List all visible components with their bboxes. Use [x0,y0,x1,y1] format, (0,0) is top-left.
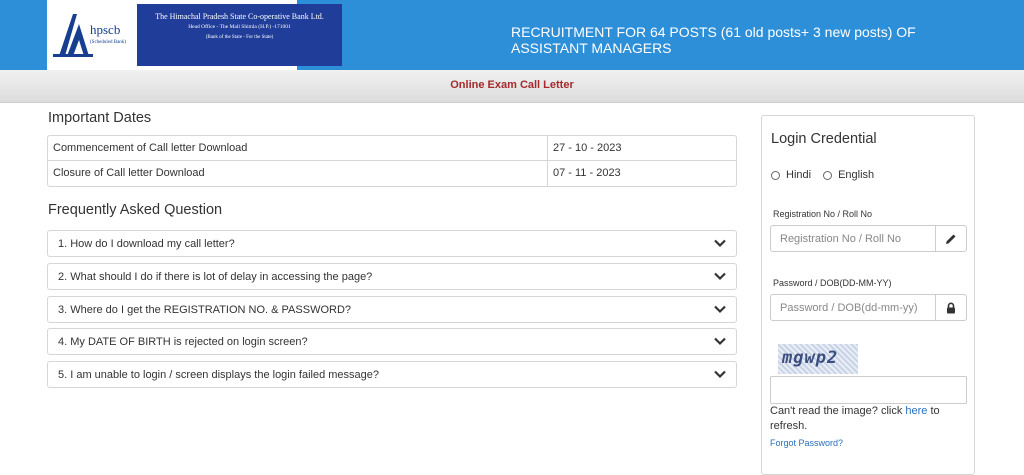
important-dates-table: Commencement of Call letter Download 27 … [47,135,737,187]
date-label: Commencement of Call letter Download [48,136,548,160]
chevron-down-icon [714,239,726,248]
subheader-bar: Online Exam Call Letter [0,70,1024,103]
faq-heading: Frequently Asked Question [48,202,223,218]
lock-addon [935,295,966,320]
logo-text: hpscb [90,22,121,37]
language-selector: Hindi English [771,169,886,181]
bank-address: Head Office - The Mall Shimla (H.P.) -17… [188,24,291,30]
subheader-label: Online Exam Call Letter [450,79,574,91]
captcha-image: mgwp2 [778,344,858,374]
faq-question: 2. What should I do if there is lot of d… [58,271,373,283]
hpscb-logo-icon [53,14,93,57]
page-title-line2: ASSISTANT MANAGERS [511,40,672,56]
faq-question: 5. I am unable to login / screen display… [58,369,380,381]
chevron-down-icon [714,370,726,379]
radio-hindi[interactable] [771,170,780,180]
forgot-password-link[interactable]: Forgot Password? [770,438,843,448]
table-row: Commencement of Call letter Download 27 … [48,136,736,161]
pencil-icon [946,234,956,244]
chevron-down-icon [714,305,726,314]
password-input[interactable]: Password / DOB(dd-mm-yy) [771,295,935,320]
bank-tagline: (Bank of the State - For the State) [205,35,274,40]
faq-item-5[interactable]: 5. I am unable to login / screen display… [47,361,737,388]
login-panel: Login Credential Hindi English Registrat… [761,115,975,475]
faq-question: 4. My DATE OF BIRTH is rejected on login… [58,336,308,348]
faq-item-1[interactable]: 1. How do I download my call letter? [47,230,737,257]
date-label: Closure of Call letter Download [48,161,548,186]
radio-label-hindi[interactable]: Hindi [786,169,811,181]
bank-name: The Himachal Pradesh State Co-operative … [155,12,324,21]
chevron-down-icon [714,337,726,346]
captcha-help: Can't read the image? click here to refr… [770,404,970,434]
radio-label-english[interactable]: English [838,169,874,181]
radio-english[interactable] [823,170,833,180]
date-value: 27 - 10 - 2023 [553,142,622,154]
lock-icon [947,302,955,313]
password-label: Password / DOB(DD-MM-YY) [773,278,892,288]
table-row: Closure of Call letter Download 07 - 11 … [48,161,736,186]
captcha-refresh-link[interactable]: here [905,405,927,417]
faq-item-4[interactable]: 4. My DATE OF BIRTH is rejected on login… [47,328,737,355]
header: hpscb (Scheduled Bank) The Himachal Prad… [0,0,1024,70]
registration-label: Registration No / Roll No [773,209,873,219]
pencil-addon [935,226,966,251]
captcha-help-prefix: Can't read the image? click [770,405,906,417]
captcha-text: mgwp2 [782,348,839,368]
chevron-down-icon [714,272,726,281]
captcha-input[interactable] [770,376,967,404]
registration-input[interactable]: Registration No / Roll No [771,226,935,251]
bank-name-banner: The Himachal Pradesh State Co-operative … [137,4,342,66]
bank-logo: hpscb (Scheduled Bank) The Himachal Prad… [47,0,342,70]
logo-subtext: (Scheduled Bank) [90,40,126,45]
registration-field[interactable]: Registration No / Roll No [770,225,967,252]
password-field[interactable]: Password / DOB(dd-mm-yy) [770,294,967,321]
login-title: Login Credential [771,131,877,147]
faq-item-2[interactable]: 2. What should I do if there is lot of d… [47,263,737,290]
page-title: RECRUITMENT FOR 64 POSTS (61 old posts+ … [511,24,991,56]
page-title-line1: RECRUITMENT FOR 64 POSTS (61 old posts+ … [511,24,916,40]
important-dates-heading: Important Dates [48,110,152,126]
date-value: 07 - 11 - 2023 [553,167,621,179]
faq-item-3[interactable]: 3. Where do I get the REGISTRATION NO. &… [47,296,737,323]
faq-question: 3. Where do I get the REGISTRATION NO. &… [58,304,352,316]
faq-question: 1. How do I download my call letter? [58,238,235,250]
